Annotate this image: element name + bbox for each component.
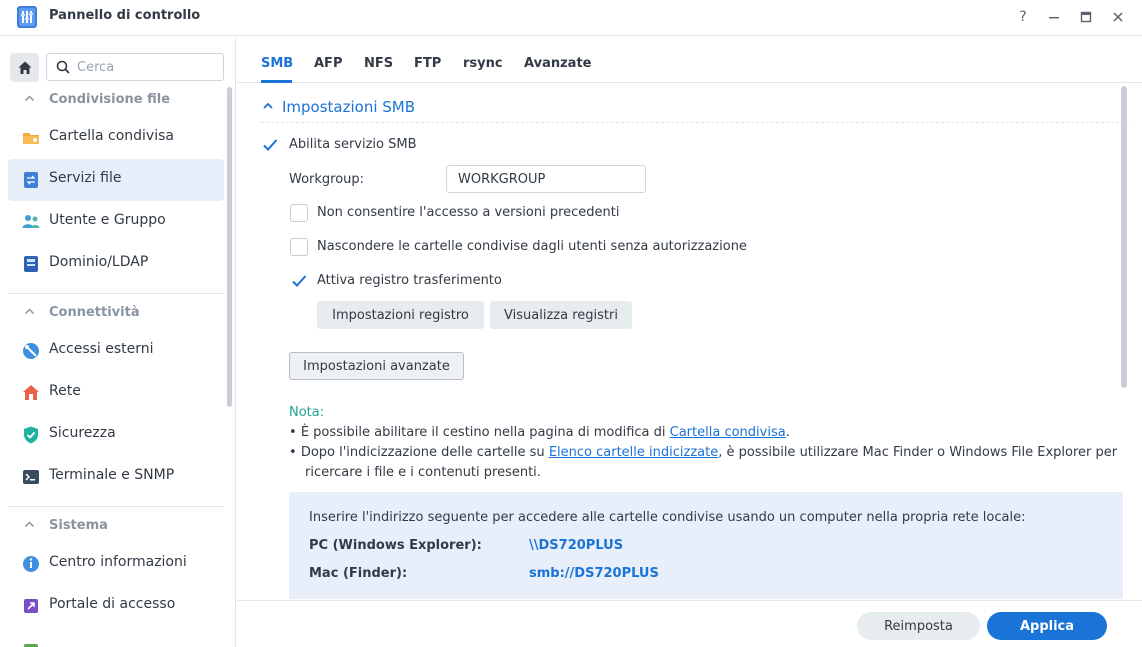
checkmark-icon xyxy=(263,139,278,151)
title-bar: Pannello di controllo ? xyxy=(0,0,1142,36)
shared-folder-link[interactable]: Cartella condivisa xyxy=(670,425,786,440)
close-icon[interactable] xyxy=(1106,6,1130,28)
footer-bar: Reimposta Applica xyxy=(237,600,1142,647)
log-settings-button[interactable]: Impostazioni registro xyxy=(317,301,484,329)
search-input[interactable] xyxy=(77,59,207,75)
transfer-log-checkbox[interactable] xyxy=(290,272,308,290)
note-bullet-recycle-bin: • È possibile abilitare il cestino nella… xyxy=(289,425,790,440)
transfer-log-label: Attiva registro trasferimento xyxy=(317,273,502,288)
access-info-lead: Inserire l'indirizzo seguente per accede… xyxy=(309,510,1026,525)
chevron-up-icon xyxy=(24,306,35,320)
home-button[interactable] xyxy=(10,53,39,82)
help-icon[interactable]: ? xyxy=(1011,6,1035,28)
tab-rsync[interactable]: rsync xyxy=(463,56,503,71)
sidebar-item-dominio-ldap[interactable]: Dominio/LDAP xyxy=(8,243,224,285)
workgroup-label: Workgroup: xyxy=(289,172,365,187)
external-access-icon xyxy=(23,343,39,359)
window-title: Pannello di controllo xyxy=(49,8,201,23)
access-info-box: Inserire l'indirizzo seguente per accede… xyxy=(289,492,1123,599)
section-divider xyxy=(261,122,1129,123)
sidebar-item-sicurezza[interactable]: Sicurezza xyxy=(8,414,224,456)
sidebar-item-utente-e-gruppo[interactable]: Utente e Gruppo xyxy=(8,201,224,243)
home-icon xyxy=(18,61,31,74)
tab-smb[interactable]: SMB xyxy=(261,56,293,71)
tab-nfs[interactable]: NFS xyxy=(364,56,393,71)
sidebar-item-partial[interactable] xyxy=(8,627,224,647)
tab-avanzate[interactable]: Avanzate xyxy=(524,56,591,71)
tab-bar: SMB AFP NFS FTP rsync Avanzate xyxy=(237,37,1142,83)
pc-address: \\DS720PLUS xyxy=(529,538,624,553)
maximize-icon[interactable] xyxy=(1074,6,1098,28)
old-versions-label: Non consentire l'accesso a versioni prec… xyxy=(317,205,620,220)
domain-icon xyxy=(24,256,38,272)
note-bullet-indexing: • Dopo l'indicizzazione delle cartelle s… xyxy=(289,445,1118,460)
note-title: Nota: xyxy=(289,405,325,420)
advanced-settings-button[interactable]: Impostazioni avanzate xyxy=(289,352,464,380)
tab-afp[interactable]: AFP xyxy=(314,56,342,71)
sidebar-item-cartella-condivisa[interactable]: Cartella condivisa xyxy=(8,117,224,159)
divider xyxy=(8,506,224,507)
search-icon xyxy=(56,60,70,74)
divider xyxy=(8,293,224,294)
sidebar-item-servizi-file[interactable]: Servizi file xyxy=(8,159,224,201)
sidebar-item-accessi-esterni[interactable]: Accessi esterni xyxy=(8,330,224,372)
reset-button[interactable]: Reimposta xyxy=(857,612,980,640)
login-portal-icon xyxy=(24,599,38,613)
apply-button[interactable]: Applica xyxy=(987,612,1107,640)
checkmark-icon xyxy=(292,275,307,287)
enable-smb-label: Abilita servizio SMB xyxy=(289,137,417,152)
section-header-smb[interactable]: Impostazioni SMB xyxy=(262,98,415,116)
pc-label: PC (Windows Explorer): xyxy=(309,538,482,553)
users-icon xyxy=(22,215,40,228)
old-versions-checkbox[interactable] xyxy=(290,204,308,222)
shared-folder-icon xyxy=(23,133,39,144)
workgroup-input[interactable] xyxy=(446,165,646,193)
chevron-up-icon xyxy=(262,100,274,115)
file-services-icon xyxy=(24,172,38,188)
control-panel-icon xyxy=(17,6,37,28)
network-house-icon xyxy=(23,385,39,400)
info-icon xyxy=(23,556,39,572)
terminal-icon xyxy=(23,470,39,484)
section-sistema[interactable]: Sistema xyxy=(0,511,226,541)
chevron-up-icon xyxy=(24,93,35,107)
section-condivisione-file[interactable]: Condivisione file xyxy=(0,85,226,115)
sidebar-item-portale-di-accesso[interactable]: Portale di accesso xyxy=(8,585,224,627)
sidebar: Condivisione file Cartella condivisa Ser… xyxy=(0,37,236,647)
sidebar-scrollbar[interactable] xyxy=(227,87,232,407)
note-bullet-indexing-line2: ricercare i file e i contenuti presenti. xyxy=(305,465,541,480)
search-box[interactable] xyxy=(46,53,224,81)
sidebar-item-centro-informazioni[interactable]: Centro informazioni xyxy=(8,543,224,585)
section-connettivita[interactable]: Connettività xyxy=(0,298,226,328)
shield-icon xyxy=(24,426,38,444)
smb-settings-panel: Impostazioni SMB Abilita servizio SMB Wo… xyxy=(237,84,1129,599)
hide-shares-label: Nascondere le cartelle condivise dagli u… xyxy=(317,239,747,254)
sidebar-item-terminale-snmp[interactable]: Terminale e SNMP xyxy=(8,456,224,498)
chevron-up-icon xyxy=(24,519,35,533)
hide-shares-checkbox[interactable] xyxy=(290,238,308,256)
sidebar-item-rete[interactable]: Rete xyxy=(8,372,224,414)
mac-label: Mac (Finder): xyxy=(309,566,408,581)
active-tab-indicator xyxy=(261,80,292,83)
tab-ftp[interactable]: FTP xyxy=(414,56,441,71)
indexed-folders-link[interactable]: Elenco cartelle indicizzate xyxy=(549,445,718,460)
view-logs-button[interactable]: Visualizza registri xyxy=(490,301,632,329)
content-scrollbar[interactable] xyxy=(1121,86,1127,388)
minimize-icon[interactable] xyxy=(1042,6,1066,28)
section-title: Impostazioni SMB xyxy=(282,98,416,116)
enable-smb-checkbox[interactable] xyxy=(261,136,279,154)
regional-options-icon xyxy=(24,644,38,647)
mac-address: smb://DS720PLUS xyxy=(529,566,659,581)
